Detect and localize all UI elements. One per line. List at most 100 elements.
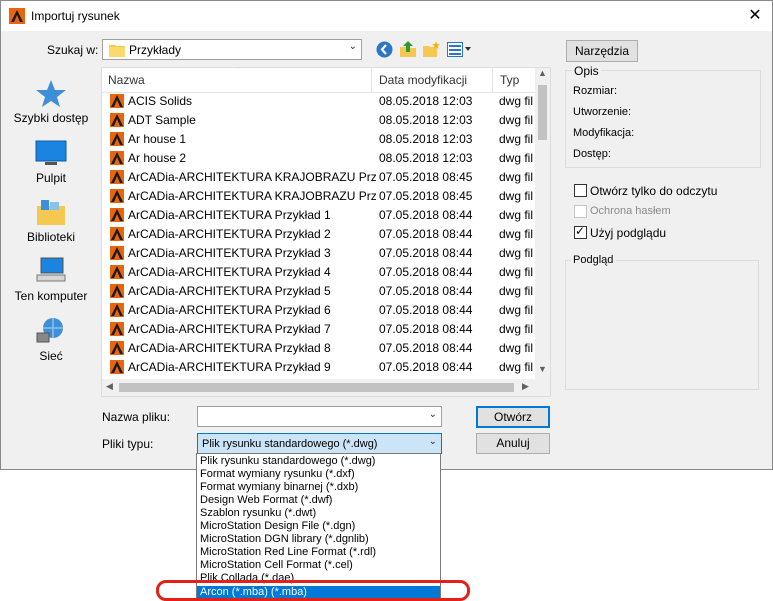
readonly-label[interactable]: Otwórz tylko do odczytu [590,184,717,198]
scroll-down-icon[interactable]: ▼ [538,364,547,374]
column-header-name[interactable]: Nazwa [102,68,372,92]
chevron-down-icon[interactable]: ⌄ [429,409,437,420]
file-list[interactable]: ⌃ Nazwa Data modyfikacji Typ ACIS Solids… [101,67,551,397]
file-row[interactable]: Ar house 1 08.05.2018 12:03 dwg fil [102,130,535,149]
filename-input[interactable]: ⌄ [197,406,442,427]
file-row[interactable]: ArCADia-ARCHITEKTURA KRAJOBRAZU Prz... 07… [102,187,535,206]
filetype-option[interactable]: Format wymiany binarnej (*.dxb) [197,481,440,494]
import-drawing-dialog: Importuj rysunek ✕ Szukaj w: Przykłady ⌄… [0,0,773,470]
place-libraries[interactable]: Biblioteki [5,198,97,244]
place-desktop[interactable]: Pulpit [5,139,97,185]
file-type: dwg fil [499,189,534,203]
file-date: 08.05.2018 12:03 [379,132,473,146]
file-row[interactable]: ArCADia-ARCHITEKTURA Przykład 1 07.05.201… [102,206,535,225]
filetype-option[interactable]: Format wymiany rysunku (*.dxf) [197,468,440,481]
filetype-label: Pliki typu: [102,437,154,451]
file-type: dwg fil [499,227,534,241]
vertical-scroll-thumb[interactable] [538,85,547,140]
cancel-button[interactable]: Anuluj [476,433,550,454]
readonly-checkbox[interactable] [574,184,587,197]
file-row[interactable]: ArCADia-ARCHITEKTURA Przykład 6 07.05.201… [102,301,535,320]
back-icon[interactable] [376,41,393,58]
file-name: Ar house 1 [128,132,187,146]
file-name: ArCADia-ARCHITEKTURA Przykład 3 [128,246,331,260]
vertical-scrollbar[interactable]: ▲ ▼ [535,68,550,379]
description-group-label: Opis [572,64,601,78]
file-row[interactable]: ArCADia-ARCHITEKTURA Przykład 3 07.05.201… [102,244,535,263]
file-row[interactable]: ArCADia-ARCHITEKTURA Przykład 4 07.05.201… [102,263,535,282]
file-name: ArCADia-ARCHITEKTURA Przykład 5 [128,284,331,298]
file-name: Ar house 2 [128,151,187,165]
file-row[interactable]: ArCADia-ARCHITEKTURA Przykład 9 07.05.201… [102,358,535,377]
horizontal-scrollbar[interactable]: ◀ ▶ [102,379,550,396]
filetype-dropdown-list[interactable]: Plik rysunku standardowego (*.dwg) Format… [196,453,441,600]
window-title: Importuj rysunek [31,9,120,23]
file-date: 07.05.2018 08:44 [379,246,473,260]
close-button[interactable]: ✕ [741,5,769,27]
file-type: dwg fil [499,208,534,222]
column-header-type[interactable]: Typ [494,68,535,92]
file-row[interactable]: ArCADia-ARCHITEKTURA Przykład 7 07.05.201… [102,320,535,339]
close-icon: ✕ [748,7,762,24]
password-label: Ochrona hasłem [590,205,671,217]
preview-group-label: Podgląd [571,254,616,266]
dwg-file-icon [110,246,124,260]
open-button[interactable]: Otwórz [476,406,550,428]
file-name: ArCADia-ARCHITEKTURA Przykład 4 [128,265,331,279]
file-row[interactable]: ArCADia-ARCHITEKTURA Przykład 5 07.05.201… [102,282,535,301]
dwg-file-icon [110,170,124,184]
filetype-select[interactable]: Plik rysunku standardowego (*.dwg) ⌄ [197,433,442,454]
place-label: Pulpit [35,171,67,185]
file-row[interactable]: ACIS Solids 08.05.2018 12:03 dwg fil [102,92,535,111]
place-quick-access[interactable]: Szybki dostęp [5,79,97,125]
filetype-option[interactable]: Design Web Format (*.dwf) [197,494,440,507]
scroll-right-icon[interactable]: ▶ [522,381,529,392]
file-name: ACIS Solids [128,94,193,108]
view-menu-icon[interactable] [447,42,473,57]
file-date: 07.05.2018 08:45 [379,170,473,184]
filetype-option[interactable]: Szablon rysunku (*.dwt) [197,507,440,520]
filetype-option[interactable]: Plik rysunku standardowego (*.dwg) [197,455,440,468]
place-network[interactable]: Sieć [5,317,97,363]
title-bar: Importuj rysunek ✕ [1,1,772,31]
file-date: 07.05.2018 08:44 [379,208,473,222]
libraries-icon [37,200,65,225]
place-this-pc[interactable]: Ten komputer [5,257,97,303]
file-type: dwg fil [499,113,534,127]
file-row[interactable]: ArCADia-ARCHITEKTURA KRAJOBRAZU Prz... 07… [102,168,535,187]
file-type: dwg fil [499,246,534,260]
file-row[interactable]: ArCADia-ARCHITEKTURA Przykład 2 07.05.201… [102,225,535,244]
dwg-file-icon [110,113,124,127]
file-type: dwg fil [499,151,534,165]
scroll-up-icon[interactable]: ▲ [538,68,547,78]
dwg-file-icon [110,341,124,355]
file-date: 07.05.2018 08:44 [379,360,473,374]
filetype-option[interactable]: MicroStation Cell Format (*.cel) [197,559,440,572]
file-date: 07.05.2018 08:44 [379,284,473,298]
file-name: ADT Sample [128,113,196,127]
new-folder-icon[interactable] [422,41,440,58]
file-type: dwg fil [499,341,534,355]
file-row[interactable]: ArCADia-ARCHITEKTURA Przykład 8 07.05.201… [102,339,535,358]
place-label: Sieć [39,349,63,363]
file-row[interactable]: Ar house 2 08.05.2018 12:03 dwg fil [102,149,535,168]
tools-button[interactable]: Narzędzia [566,40,638,62]
dwg-file-icon [110,227,124,241]
file-row[interactable]: ADT Sample 08.05.2018 12:03 dwg fil [102,111,535,130]
look-in-combo[interactable]: Przykłady ⌄ [102,39,362,60]
horizontal-scroll-thumb[interactable] [119,383,514,392]
file-date: 08.05.2018 12:03 [379,151,473,165]
up-folder-icon[interactable] [399,40,417,58]
filetype-option[interactable]: MicroStation Design File (*.dgn) [197,520,440,533]
file-type: dwg fil [499,94,534,108]
scroll-left-icon[interactable]: ◀ [106,381,113,392]
file-date: 07.05.2018 08:44 [379,303,473,317]
filetype-option[interactable]: MicroStation DGN library (*.dgnlib) [197,533,440,546]
preview-checkbox-label[interactable]: Użyj podglądu [590,226,666,240]
file-date: 07.05.2018 08:44 [379,322,473,336]
chevron-down-icon[interactable]: ⌄ [429,436,437,447]
preview-checkbox[interactable]: ✓ [574,224,587,239]
dwg-file-icon [110,151,124,165]
column-header-date[interactable]: Data modyfikacji [373,68,493,92]
filetype-option[interactable]: MicroStation Red Line Format (*.rdl) [197,546,440,559]
